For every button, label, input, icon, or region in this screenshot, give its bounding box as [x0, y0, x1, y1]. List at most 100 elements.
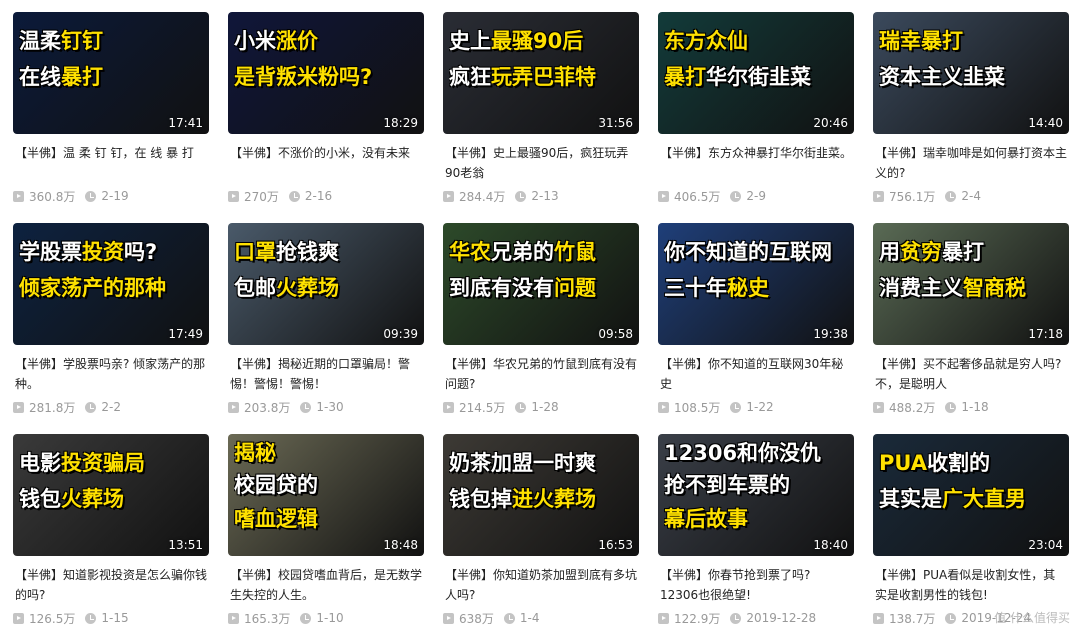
video-thumbnail[interactable]: 华农兄弟的竹鼠 到底有没有问题 09:58	[443, 223, 639, 345]
video-thumbnail[interactable]: 瑞幸暴打 资本主义韭菜 14:40	[873, 12, 1069, 134]
video-card[interactable]: 学股票投资吗? 倾家荡产的那种 17:49 【半佛】学股票吗亲? 倾家荡产的那种。 28…	[13, 223, 209, 428]
video-title[interactable]: 【半佛】学股票吗亲? 倾家荡产的那种。	[15, 354, 207, 394]
video-title[interactable]: 【半佛】东方众神暴打华尔街韭菜。	[660, 143, 852, 163]
thumbnail-title-text: 钉钉	[61, 29, 103, 53]
video-thumbnail[interactable]: 口罩抢钱爽 包邮火葬场 09:39	[228, 223, 424, 345]
video-title[interactable]: 【半佛】华农兄弟的竹鼠到底有没有问题?	[445, 354, 637, 394]
thumbnail-title-text: 涨价	[276, 29, 318, 53]
thumbnail-title-line: 资本主义韭菜	[879, 64, 1063, 91]
play-count: 214.5万	[459, 400, 506, 415]
play-count: 756.1万	[889, 189, 936, 204]
thumbnail-title-text: 幕后故事	[664, 507, 748, 531]
thumbnail-title-text: 火葬场	[276, 276, 339, 300]
video-meta: 126.5万 1-15	[13, 610, 129, 626]
video-card[interactable]: 奶茶加盟一时爽 钱包掉进火葬场 16:53 【半佛】你知道奶茶加盟到底有多坑人吗? 63…	[443, 434, 639, 639]
thumbnail-title-text: 到底有没有	[449, 276, 554, 300]
video-thumbnail[interactable]: 奶茶加盟一时爽 钱包掉进火葬场 16:53	[443, 434, 639, 556]
thumbnail-title-line: 倾家荡产的那种	[19, 275, 203, 302]
video-card[interactable]: 温柔钉钉 在线暴打 17:41 【半佛】温 柔 钉 钉，在 线 暴 打 360.8万 2-…	[13, 12, 209, 217]
video-card[interactable]: 揭秘 校园贷的 嗜血逻辑 18:48 【半佛】校园贷嗜血背后，是无数学生失控的人生。 16…	[228, 434, 424, 639]
thumbnail-title-text: 问题	[554, 276, 596, 300]
video-title[interactable]: 【半佛】温 柔 钉 钉，在 线 暴 打	[15, 143, 207, 163]
video-card[interactable]: 用贫穷暴打 消费主义智商税 17:18 【半佛】买不起奢侈品就是穷人吗? 不，是聪明人…	[873, 223, 1069, 428]
video-thumbnail[interactable]: 电影投资骗局 钱包火葬场 13:51	[13, 434, 209, 556]
video-title[interactable]: 【半佛】你不知道的互联网30年秘史	[660, 354, 852, 394]
video-card[interactable]: 口罩抢钱爽 包邮火葬场 09:39 【半佛】揭秘近期的口罩骗局！警惕！警惕！警惕！ 20…	[228, 223, 424, 428]
video-title[interactable]: 【半佛】瑞幸咖啡是如何暴打资本主义的?	[875, 143, 1067, 183]
play-count-icon	[873, 401, 884, 413]
thumbnail-title-text: 华尔街韭菜	[706, 65, 811, 89]
publish-date: 2-13	[531, 189, 559, 203]
clock-icon	[300, 401, 312, 413]
thumbnail-title-text: 收割的	[927, 451, 991, 475]
thumbnail-title-text: 嗜血逻辑	[234, 507, 318, 531]
video-card[interactable]: 12306和你没仇 抢不到车票的 幕后故事 18:40 【半佛】你春节抢到票了吗? 12…	[658, 434, 854, 639]
thumbnail-title-text: 12306和你没仇	[664, 441, 822, 465]
video-card[interactable]: 史上最骚90后 疯狂玩弄巴菲特 31:56 【半佛】史上最骚90后，疯狂玩弄90老翁 2…	[443, 12, 639, 217]
play-count-icon	[873, 612, 884, 624]
duration-label: 13:51	[168, 538, 203, 552]
play-count: 406.5万	[674, 189, 721, 204]
thumbnail-title-text: 钱包掉	[449, 487, 512, 511]
clock-icon	[288, 190, 300, 202]
thumbnail-title-text: 史上	[449, 29, 491, 53]
video-thumbnail[interactable]: 揭秘 校园贷的 嗜血逻辑 18:48	[228, 434, 424, 556]
video-thumbnail[interactable]: 用贫穷暴打 消费主义智商税 17:18	[873, 223, 1069, 345]
video-thumbnail[interactable]: 东方众仙 暴打华尔街韭菜 20:46	[658, 12, 854, 134]
video-thumbnail[interactable]: 你不知道的互联网 三十年秘史 19:38	[658, 223, 854, 345]
publish-date: 1-22	[746, 400, 774, 414]
video-title[interactable]: 【半佛】不涨价的小米，没有未来	[230, 143, 422, 163]
video-card[interactable]: 小米涨价 是背叛米粉吗? 18:29 【半佛】不涨价的小米，没有未来 270万 2-16	[228, 12, 424, 217]
video-card[interactable]: 东方众仙 暴打华尔街韭菜 20:46 【半佛】东方众神暴打华尔街韭菜。 406.5万 2-…	[658, 12, 854, 217]
play-count-icon	[443, 401, 454, 413]
video-card[interactable]: 瑞幸暴打 资本主义韭菜 14:40 【半佛】瑞幸咖啡是如何暴打资本主义的? 756.1万…	[873, 12, 1069, 217]
thumbnail-title-line: 史上最骚90后	[449, 28, 633, 55]
video-card[interactable]: 华农兄弟的竹鼠 到底有没有问题 09:58 【半佛】华农兄弟的竹鼠到底有没有问题? 21…	[443, 223, 639, 428]
thumbnail-title-line: 暴打华尔街韭菜	[664, 64, 848, 91]
publish-date: 1-15	[101, 611, 129, 625]
video-thumbnail[interactable]: 小米涨价 是背叛米粉吗? 18:29	[228, 12, 424, 134]
thumbnail-title-text: 揭秘	[234, 441, 276, 465]
play-count-icon	[228, 401, 239, 413]
video-title[interactable]: 【半佛】史上最骚90后，疯狂玩弄90老翁	[445, 143, 637, 183]
publish-date: 1-28	[531, 400, 559, 414]
thumbnail-title-line: 在线暴打	[19, 64, 203, 91]
duration-label: 17:49	[168, 327, 203, 341]
thumbnail-title-text: 竹鼠	[554, 240, 596, 264]
video-title[interactable]: 【半佛】你知道奶茶加盟到底有多坑人吗?	[445, 565, 637, 605]
video-thumbnail[interactable]: 12306和你没仇 抢不到车票的 幕后故事 18:40	[658, 434, 854, 556]
thumbnail-title-text: 校园贷	[234, 473, 297, 497]
video-meta: 203.8万 1-30	[228, 399, 344, 415]
publish-date: 2019-12-28	[746, 611, 817, 625]
duration-label: 19:38	[813, 327, 848, 341]
video-card[interactable]: 电影投资骗局 钱包火葬场 13:51 【半佛】知道影视投资是怎么骗你钱的吗? 126.5…	[13, 434, 209, 639]
play-count: 126.5万	[29, 611, 76, 626]
thumbnail-title-text: 抢钱爽	[276, 240, 339, 264]
video-meta: 756.1万 2-4	[873, 188, 981, 204]
play-count: 203.8万	[244, 400, 291, 415]
thumbnail-title-line: 你不知道的互联网	[664, 239, 848, 266]
video-title[interactable]: 【半佛】你春节抢到票了吗? 12306也很绝望!	[660, 565, 852, 605]
thumbnail-title-line: 华农兄弟的竹鼠	[449, 239, 633, 266]
thumbnail-title-text: 华农	[449, 240, 491, 264]
play-count: 360.8万	[29, 189, 76, 204]
video-title[interactable]: 【半佛】揭秘近期的口罩骗局！警惕！警惕！警惕！	[230, 354, 422, 394]
thumbnail-title-line: 疯狂玩弄巴菲特	[449, 64, 633, 91]
thumbnail-title-line: 学股票投资吗?	[19, 239, 203, 266]
video-meta: 122.9万 2019-12-28	[658, 610, 816, 626]
video-thumbnail[interactable]: PUA收割的 其实是广大直男 23:04	[873, 434, 1069, 556]
video-thumbnail[interactable]: 学股票投资吗? 倾家荡产的那种 17:49	[13, 223, 209, 345]
video-title[interactable]: 【半佛】校园贷嗜血背后，是无数学生失控的人生。	[230, 565, 422, 605]
video-thumbnail[interactable]: 温柔钉钉 在线暴打 17:41	[13, 12, 209, 134]
video-title[interactable]: 【半佛】知道影视投资是怎么骗你钱的吗?	[15, 565, 207, 605]
thumbnail-title-text: 智商税	[963, 276, 1026, 300]
duration-label: 14:40	[1028, 116, 1063, 130]
thumbnail-title-line: 三十年秘史	[664, 275, 848, 302]
thumbnail-title-text: 的	[297, 473, 318, 497]
video-thumbnail[interactable]: 史上最骚90后 疯狂玩弄巴菲特 31:56	[443, 12, 639, 134]
thumbnail-title-line: 包邮火葬场	[234, 275, 418, 302]
video-card[interactable]: 你不知道的互联网 三十年秘史 19:38 【半佛】你不知道的互联网30年秘史 108.5…	[658, 223, 854, 428]
video-title[interactable]: 【半佛】PUA看似是收割女性，其实是收割男性的钱包!	[875, 565, 1067, 605]
duration-label: 09:39	[383, 327, 418, 341]
video-title[interactable]: 【半佛】买不起奢侈品就是穷人吗? 不，是聪明人	[875, 354, 1067, 394]
